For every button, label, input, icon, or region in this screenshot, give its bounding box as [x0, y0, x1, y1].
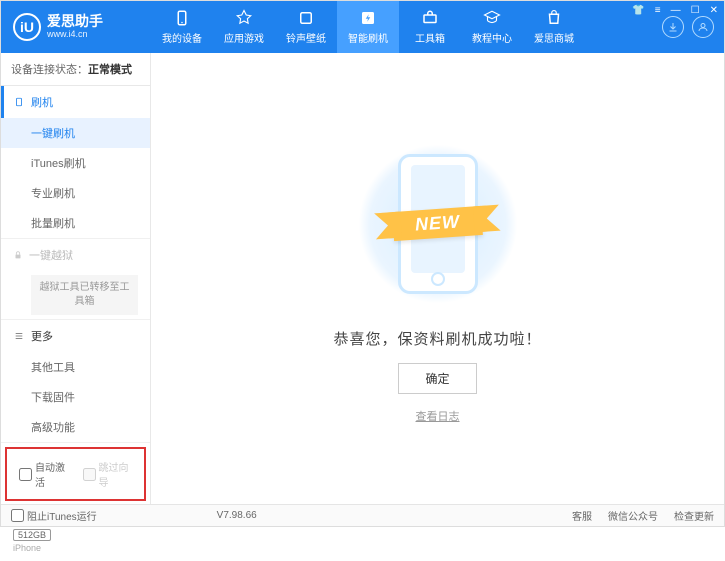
sb-support[interactable]: 客服 — [572, 508, 592, 523]
app-logo: iU 爱思助手 www.i4.cn — [1, 13, 151, 41]
options-row: 自动激活 跳过向导 — [5, 447, 146, 501]
success-illustration: NEW — [348, 134, 528, 314]
sidebar-more-head[interactable]: 更多 — [1, 320, 150, 352]
block-itunes-checkbox[interactable]: 阻止iTunes运行 — [11, 508, 97, 523]
flash-icon — [13, 97, 25, 107]
minimize-icon[interactable]: — — [671, 5, 681, 16]
nav-apps-games[interactable]: 应用游戏 — [213, 1, 275, 53]
sb-update[interactable]: 检查更新 — [674, 508, 714, 523]
title-bar: iU 爱思助手 www.i4.cn 我的设备 应用游戏 铃声壁纸 智能刷机 工具… — [1, 1, 724, 53]
storage-badge: 512GB — [13, 529, 51, 541]
close-icon[interactable]: ✕ — [710, 5, 718, 16]
header-actions — [662, 16, 724, 38]
list-icon — [13, 331, 25, 341]
sb-wechat[interactable]: 微信公众号 — [608, 508, 658, 523]
sidebar-item-oneclick[interactable]: 一键刷机 — [1, 118, 150, 148]
nav-smart-flash[interactable]: 智能刷机 — [337, 1, 399, 53]
main-nav: 我的设备 应用游戏 铃声壁纸 智能刷机 工具箱 教程中心 爱思商城 — [151, 1, 662, 53]
success-message: 恭喜您，保资料刷机成功啦！ — [333, 328, 541, 349]
auto-activate-checkbox[interactable]: 自动激活 — [19, 459, 69, 489]
version-label: V7.98.66 — [217, 510, 257, 521]
menu-icon[interactable]: ≡ — [655, 5, 661, 16]
nav-ringtones[interactable]: 铃声壁纸 — [275, 1, 337, 53]
sidebar-item-pro[interactable]: 专业刷机 — [1, 178, 150, 208]
app-url: www.i4.cn — [47, 30, 103, 40]
jailbreak-note: 越狱工具已转移至工具箱 — [31, 275, 138, 315]
app-title: 爱思助手 — [47, 14, 103, 29]
sidebar-jailbreak-head[interactable]: 一键越狱 — [1, 239, 150, 271]
user-icon[interactable] — [692, 16, 714, 38]
sidebar: 设备连接状态：正常模式 刷机 一键刷机 iTunes刷机 专业刷机 批量刷机 一… — [1, 53, 151, 504]
skip-guide-checkbox[interactable]: 跳过向导 — [83, 459, 133, 489]
nav-toolbox[interactable]: 工具箱 — [399, 1, 461, 53]
status-bar: 阻止iTunes运行 V7.98.66 客服 微信公众号 检查更新 — [1, 504, 724, 526]
download-icon[interactable] — [662, 16, 684, 38]
maximize-icon[interactable]: ☐ — [691, 5, 700, 16]
main-panel: NEW 恭喜您，保资料刷机成功啦！ 确定 查看日志 — [151, 53, 724, 504]
connection-status: 设备连接状态：正常模式 — [1, 53, 150, 86]
view-log-link[interactable]: 查看日志 — [416, 408, 460, 424]
sidebar-item-itunes[interactable]: iTunes刷机 — [1, 148, 150, 178]
nav-my-device[interactable]: 我的设备 — [151, 1, 213, 53]
new-ribbon: NEW — [392, 206, 483, 241]
sidebar-item-advanced[interactable]: 高级功能 — [1, 412, 150, 442]
sidebar-item-other-tools[interactable]: 其他工具 — [1, 352, 150, 382]
nav-tutorials[interactable]: 教程中心 — [461, 1, 523, 53]
sidebar-item-download-fw[interactable]: 下载固件 — [1, 382, 150, 412]
ok-button[interactable]: 确定 — [398, 363, 476, 394]
skin-icon[interactable]: 👕 — [632, 5, 644, 16]
sidebar-flash-head[interactable]: 刷机 — [1, 86, 150, 118]
device-os: iPhone — [13, 543, 138, 553]
nav-store[interactable]: 爱思商城 — [523, 1, 585, 53]
window-controls: 👕 ≡ — ☐ ✕ — [632, 5, 718, 16]
sidebar-item-batch[interactable]: 批量刷机 — [1, 208, 150, 238]
logo-icon: iU — [13, 13, 41, 41]
lock-icon — [13, 250, 23, 260]
